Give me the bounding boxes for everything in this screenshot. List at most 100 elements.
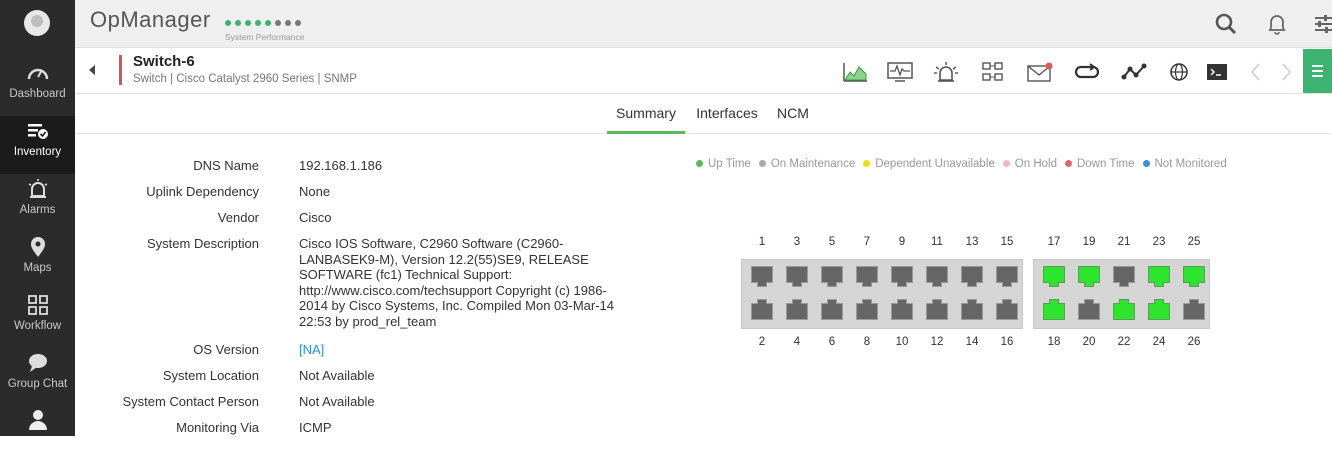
previous-device-icon[interactable]	[1245, 61, 1271, 83]
port-11[interactable]	[926, 266, 948, 287]
port-19[interactable]	[1078, 266, 1100, 287]
performance-monitor-icon[interactable]	[887, 61, 913, 83]
mail-icon[interactable]	[1027, 61, 1053, 83]
device-subtitle: Switch | Cisco Catalyst 2960 Series | SN…	[133, 73, 357, 85]
next-device-icon[interactable]	[1275, 61, 1301, 83]
search-icon[interactable]	[1215, 12, 1237, 36]
user-avatar[interactable]	[24, 10, 50, 36]
collapse-left-icon[interactable]	[89, 65, 95, 75]
detail-value: Cisco	[299, 210, 332, 225]
performance-dots	[225, 13, 305, 31]
port-16[interactable]	[996, 299, 1018, 320]
sidebar-item-dashboard[interactable]: Dashboard	[0, 58, 75, 116]
port-14[interactable]	[961, 299, 983, 320]
topology-icon[interactable]	[1121, 61, 1147, 83]
terminal-icon[interactable]	[1205, 61, 1231, 83]
port-1[interactable]	[751, 266, 773, 287]
port-21[interactable]	[1113, 266, 1135, 287]
port-9[interactable]	[891, 266, 913, 287]
port-15[interactable]	[996, 266, 1018, 287]
port-26[interactable]	[1183, 299, 1205, 320]
port-8[interactable]	[856, 299, 878, 320]
sidebar-item-label: Dashboard	[9, 88, 66, 100]
legend-label: Not Monitored	[1154, 158, 1227, 170]
port-12[interactable]	[926, 299, 948, 320]
port-10[interactable]	[891, 299, 913, 320]
tab-ncm[interactable]: NCM	[770, 95, 816, 134]
description-line: http://www.cisco.com/techsupport Copyrig…	[299, 282, 607, 298]
port-number: 20	[1082, 336, 1096, 348]
device-header: Switch-6 Switch | Cisco Catalyst 2960 Se…	[75, 49, 1332, 94]
workflow-icon	[27, 295, 48, 315]
port-status-legend: Up Time On Maintenance Dependent Unavailab…	[696, 158, 1235, 170]
legend-label: Dependent Unavailable	[875, 158, 995, 170]
port-25[interactable]	[1183, 266, 1205, 287]
detail-value: ICMP	[299, 420, 332, 435]
sidebar-item-group-chat[interactable]: Group Chat	[0, 348, 75, 406]
port-number: 7	[863, 236, 871, 248]
port-13[interactable]	[961, 266, 983, 287]
port-3[interactable]	[786, 266, 808, 287]
device-status-bar	[119, 55, 122, 85]
graph-icon[interactable]	[842, 61, 868, 83]
port-5[interactable]	[821, 266, 843, 287]
sidebar-item-maps[interactable]: Maps	[0, 232, 75, 290]
bell-icon[interactable]	[1266, 12, 1288, 36]
port-18[interactable]	[1043, 299, 1065, 320]
port-number: 12	[930, 336, 944, 348]
alarms-siren-icon[interactable]	[933, 61, 959, 83]
os-version-link[interactable]: [NA]	[299, 342, 324, 358]
legend-dot	[1064, 160, 1072, 167]
system-performance-label: System Performance	[225, 32, 305, 42]
port-7[interactable]	[856, 266, 878, 287]
legend-item: On Hold	[1002, 158, 1057, 170]
legend-item: Down Time	[1064, 158, 1135, 170]
tab-bar: Summary Interfaces NCM	[75, 95, 1332, 134]
performance-dot	[285, 20, 291, 26]
port-4[interactable]	[786, 299, 808, 320]
legend-dot	[863, 160, 871, 167]
tab-interfaces[interactable]: Interfaces	[690, 95, 764, 134]
inventory-icon	[27, 124, 48, 139]
detail-label: System Location	[162, 368, 259, 383]
refresh-loop-icon[interactable]	[1074, 61, 1100, 83]
performance-dot	[265, 20, 271, 26]
legend-item: Dependent Unavailable	[863, 158, 995, 170]
settings-sliders-icon[interactable]	[1315, 12, 1332, 36]
system-performance-indicator[interactable]: System Performance	[225, 13, 305, 42]
workflow-device-icon[interactable]	[980, 61, 1006, 83]
port-number: 23	[1152, 236, 1166, 248]
port-number: 19	[1082, 236, 1096, 248]
sidebar-item-alarms[interactable]: Alarms	[0, 174, 75, 232]
performance-dot	[245, 20, 251, 26]
tab-summary[interactable]: Summary	[607, 95, 685, 134]
sidebar: Dashboard Inventory Alarms Maps Workflow…	[0, 0, 75, 436]
sidebar-item-inventory[interactable]: Inventory	[0, 116, 75, 174]
map-pin-icon	[30, 237, 45, 257]
port-number: 26	[1187, 336, 1201, 348]
port-6[interactable]	[821, 299, 843, 320]
sidebar-item-user[interactable]	[0, 404, 75, 462]
port-number: 1	[758, 236, 766, 248]
detail-value: None	[299, 184, 331, 199]
device-name: Switch-6	[133, 53, 195, 70]
port-23[interactable]	[1148, 266, 1170, 287]
port-number: 15	[1000, 236, 1014, 248]
port-2[interactable]	[751, 299, 773, 320]
port-17[interactable]	[1043, 266, 1065, 287]
performance-dot	[295, 20, 301, 26]
detail-label: System Contact Person	[122, 394, 259, 409]
port-number: 24	[1152, 336, 1166, 348]
port-24[interactable]	[1148, 299, 1170, 320]
menu-toggle-button[interactable]	[1303, 49, 1332, 93]
legend-item: Up Time	[696, 158, 751, 170]
system-description-value: Cisco IOS Software, C2960 Software (C296…	[299, 236, 614, 329]
sidebar-item-workflow[interactable]: Workflow	[0, 290, 75, 348]
port-22[interactable]	[1113, 299, 1135, 320]
sidebar-item-label: Inventory	[13, 146, 62, 158]
globe-icon[interactable]	[1167, 61, 1193, 83]
description-line: Cisco IOS Software, C2960 Software (C296…	[299, 236, 564, 251]
sidebar-item-label: Alarms	[19, 204, 56, 216]
legend-dot	[696, 160, 703, 167]
port-20[interactable]	[1078, 299, 1100, 320]
